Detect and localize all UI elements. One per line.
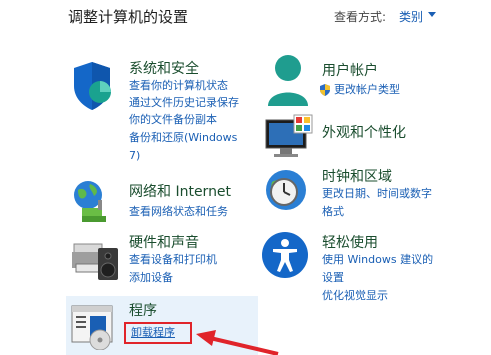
user-avatar-icon[interactable]	[264, 54, 312, 108]
category-title-network[interactable]: 网络和 Internet	[129, 181, 231, 201]
link-file-history-cont[interactable]: 你的文件备份副本	[129, 112, 217, 128]
monitor-palette-icon[interactable]	[264, 114, 314, 160]
category-title-programs[interactable]: 程序	[129, 300, 157, 320]
link-add-device[interactable]: 添加设备	[129, 270, 173, 286]
link-change-account-type[interactable]: 更改帐户类型	[334, 82, 400, 98]
accessibility-icon[interactable]	[260, 230, 310, 280]
category-title-system-security[interactable]: 系统和安全	[129, 58, 199, 78]
link-devices-printers[interactable]: 查看设备和打印机	[129, 252, 217, 268]
category-title-user-accounts[interactable]: 用户帐户	[322, 60, 378, 80]
chevron-down-icon[interactable]	[428, 12, 436, 17]
printer-speaker-icon[interactable]	[70, 238, 122, 282]
view-by-dropdown[interactable]: 类别	[399, 8, 423, 25]
category-title-appearance[interactable]: 外观和个性化	[322, 122, 406, 142]
link-view-computer-status[interactable]: 查看你的计算机状态	[129, 78, 228, 94]
link-change-date-time[interactable]: 更改日期、时间或数字	[322, 186, 432, 202]
link-optimize-visual-display[interactable]: 优化视觉显示	[322, 288, 388, 304]
link-file-history[interactable]: 通过文件历史记录保存	[129, 95, 239, 111]
network-globe-icon[interactable]	[70, 178, 118, 226]
link-network-status[interactable]: 查看网络状态和任务	[129, 204, 228, 220]
category-title-ease-of-access[interactable]: 轻松使用	[322, 232, 378, 252]
link-change-date-time-cont[interactable]: 格式	[322, 204, 344, 220]
uac-shield-icon	[320, 84, 330, 96]
shield-icon[interactable]	[70, 60, 118, 112]
category-title-hardware[interactable]: 硬件和声音	[129, 232, 199, 252]
link-windows-suggested-settings-cont[interactable]: 设置	[322, 270, 344, 286]
programs-disc-icon[interactable]	[70, 304, 120, 350]
highlight-box	[124, 322, 192, 344]
annotation-arrow-icon	[196, 330, 279, 355]
category-title-clock-region[interactable]: 时钟和区域	[322, 166, 392, 186]
page-title: 调整计算机的设置	[68, 8, 189, 26]
link-windows-suggested-settings[interactable]: 使用 Windows 建议的	[322, 252, 433, 268]
clock-globe-icon[interactable]	[262, 166, 310, 214]
link-backup-restore[interactable]: 备份和还原(Windows	[129, 130, 237, 146]
view-by-label: 查看方式:	[334, 10, 387, 24]
link-backup-restore-cont[interactable]: 7)	[129, 148, 140, 164]
